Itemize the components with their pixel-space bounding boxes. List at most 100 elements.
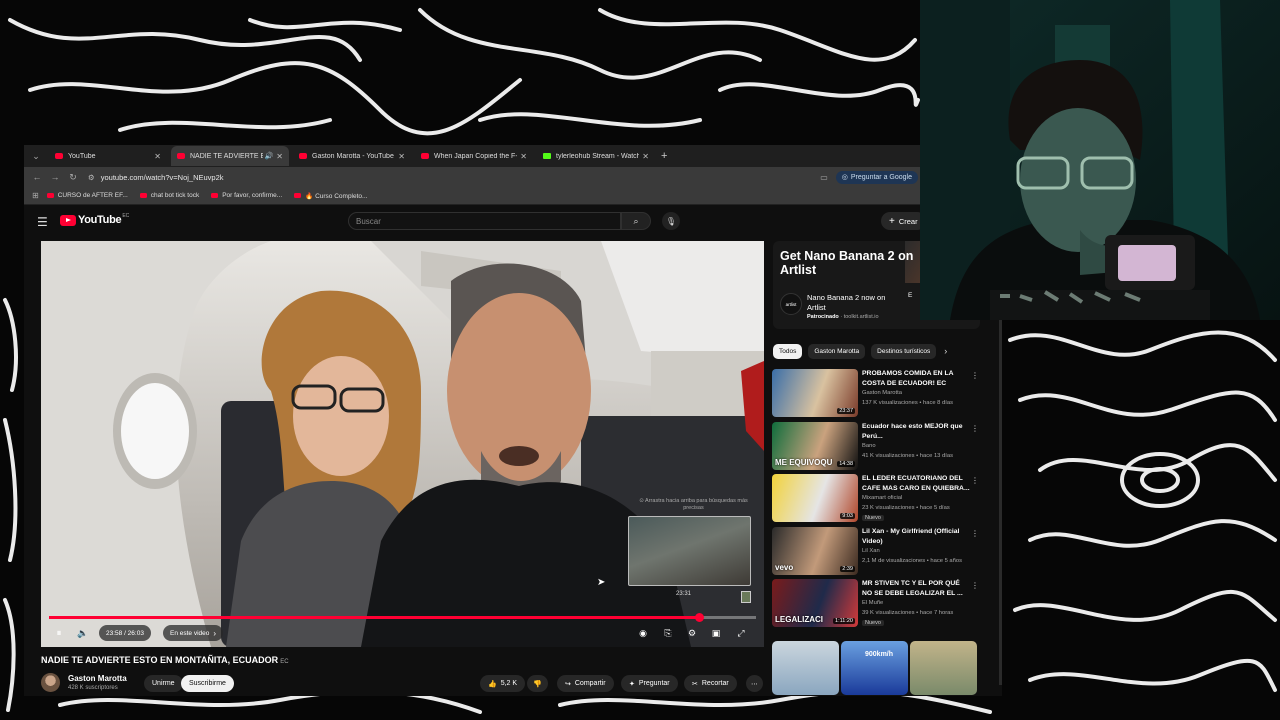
- video-thumbnail[interactable]: 9:03: [772, 474, 858, 522]
- plus-icon: +: [889, 215, 895, 227]
- new-badge: Nuevo: [862, 515, 884, 521]
- recommended-channel: Mixamart oficial: [862, 495, 903, 501]
- browser-window: ⌄ YouTube ✕ NADIE TE ADVIERTE ESTO E 🔊 ✕…: [24, 145, 1002, 696]
- recommended-meta: 137 K visualizaciones • hace 8 días: [862, 400, 953, 406]
- video-title: NADIE TE ADVIERTE ESTO EN MONTAÑITA, ECU…: [41, 655, 289, 665]
- recommended-video[interactable]: vevo 2:39 Lil Xan - My Girlfriend (Officia…: [772, 527, 982, 577]
- recommended-video[interactable]: 23:37 PROBAMOS COMIDA EN LA COSTA DE ECUA…: [772, 369, 982, 419]
- browser-tab-youtube[interactable]: YouTube ✕: [49, 146, 167, 166]
- more-options-icon[interactable]: ⋮: [971, 581, 979, 590]
- recommended-video[interactable]: 9:03 EL LEDER ECUATORIANO DEL CAFE MAS CA…: [772, 474, 982, 524]
- forward-arrow-icon[interactable]: →: [46, 172, 64, 182]
- chevron-right-icon[interactable]: ›: [944, 346, 947, 356]
- youtube-logo[interactable]: YouTube EC: [60, 213, 129, 226]
- search-input[interactable]: Buscar: [348, 212, 621, 230]
- video-player[interactable]: ⊙ Arrastra hacia arriba para búsquedas m…: [41, 241, 764, 647]
- video-thumbnail[interactable]: ME EQUIVOQU 14:38: [772, 422, 858, 470]
- browser-tab-kick[interactable]: tylerleohub Stream - Watch Li ✕: [537, 146, 655, 166]
- volume-icon[interactable]: 🔈: [75, 625, 91, 641]
- recommended-channel: Lil Xan: [862, 548, 880, 554]
- youtube-favicon-icon: [294, 193, 302, 198]
- channel-avatar[interactable]: [41, 673, 60, 692]
- tab-close-icon[interactable]: ✕: [398, 152, 405, 161]
- cast-icon[interactable]: ▭: [820, 173, 828, 182]
- shorts-label: 900km/h: [865, 651, 894, 658]
- tab-close-icon[interactable]: ✕: [642, 152, 649, 161]
- browser-tab-f16[interactable]: When Japan Copied the F-16 - ✕: [415, 146, 533, 166]
- chip-destinations[interactable]: Destinos turísticos: [871, 343, 937, 359]
- video-thumbnail[interactable]: 23:37: [772, 369, 858, 417]
- progress-bar[interactable]: [49, 613, 756, 622]
- youtube-favicon-icon: [177, 153, 185, 159]
- like-button[interactable]: 👍 5,2 K: [480, 675, 526, 692]
- fullscreen-icon[interactable]: ⤢: [733, 625, 749, 641]
- progress-scrubber-handle[interactable]: [694, 613, 704, 622]
- seek-preview-thumbnail: [628, 516, 751, 586]
- shorts-thumbnail[interactable]: [910, 641, 977, 695]
- filter-chips: Todos Gaston Marotta Destinos turísticos…: [773, 343, 1002, 359]
- subscribe-button[interactable]: Suscribirme: [181, 675, 234, 692]
- more-options-icon[interactable]: ⋮: [971, 371, 979, 380]
- ask-button[interactable]: ✦ Preguntar: [621, 675, 678, 692]
- time-display: 23:58 / 26:03: [99, 625, 151, 641]
- more-options-icon[interactable]: ⋮: [971, 424, 979, 433]
- recommended-video[interactable]: ME EQUIVOQU 14:38 Ecuador hace esto MEJOR …: [772, 422, 982, 472]
- chip-all[interactable]: Todos: [773, 343, 803, 359]
- browser-tab-video[interactable]: NADIE TE ADVIERTE ESTO E 🔊 ✕: [171, 146, 289, 166]
- tab-close-icon[interactable]: ✕: [276, 152, 283, 161]
- bookmark-label: chat bot tick tock: [150, 192, 200, 199]
- recommended-title: PROBAMOS COMIDA EN LA COSTA DE ECUADOR! …: [862, 370, 954, 387]
- share-button[interactable]: ↪ Compartir: [557, 675, 614, 692]
- reload-icon[interactable]: ↻: [64, 172, 82, 183]
- speaker-icon[interactable]: 🔊: [265, 152, 274, 160]
- address-bar: ← → ↻ ⚙ youtube.com/watch?v=Noj_NEuvp2k …: [24, 167, 1002, 187]
- recommended-video[interactable]: LEGALIZACI 1:11:20 MR STIVEN TC Y EL POR Q…: [772, 579, 982, 629]
- page-scrollbar[interactable]: [999, 315, 1002, 685]
- apps-grid-icon[interactable]: ⊞: [32, 191, 39, 200]
- ad-cta-button[interactable]: E: [908, 292, 912, 299]
- subtitles-icon[interactable]: ⎘: [660, 625, 676, 641]
- autoplay-toggle-icon[interactable]: ◉: [635, 625, 651, 641]
- youtube-favicon-icon: [55, 153, 63, 159]
- menu-hamburger-icon[interactable]: ☰: [37, 215, 48, 229]
- scissors-icon: ✂: [692, 680, 698, 688]
- recommended-meta: 41 K visualizaciones • hace 13 días: [862, 453, 953, 459]
- chip-channel[interactable]: Gaston Marotta: [808, 343, 866, 359]
- recommended-title: MR STIVEN TC Y EL POR QUÉ NO SE DEBE LEG…: [862, 580, 963, 597]
- shorts-thumbnail[interactable]: 900km/h: [841, 641, 908, 695]
- more-actions-icon[interactable]: ⋯: [746, 675, 763, 692]
- tab-close-icon[interactable]: ✕: [154, 152, 161, 161]
- bookmark-item[interactable]: Por favor, confirme...: [211, 192, 282, 199]
- youtube-play-icon: [60, 214, 76, 226]
- tab-search-icon[interactable]: ⌄: [27, 148, 45, 164]
- bookmark-item[interactable]: chat bot tick tock: [139, 192, 200, 199]
- ask-google-button[interactable]: ◎ Preguntar a Google: [835, 170, 918, 184]
- clip-button[interactable]: ✂ Recortar: [684, 675, 737, 692]
- back-arrow-icon[interactable]: ←: [28, 172, 46, 182]
- join-button[interactable]: Unirme: [144, 675, 183, 692]
- browser-tab-channel[interactable]: Gaston Marotta - YouTube ✕: [293, 146, 411, 166]
- microphone-icon[interactable]: 🎙: [662, 212, 680, 230]
- bookmark-item[interactable]: 🔥 Curso Completo...: [294, 192, 367, 200]
- chapter-button[interactable]: En este video ›: [163, 625, 224, 641]
- bookmark-item[interactable]: CURSO de AFTER EF...: [46, 192, 128, 199]
- video-thumbnail[interactable]: vevo 2:39: [772, 527, 858, 575]
- miniplayer-icon[interactable]: ▣: [708, 625, 724, 641]
- tab-title: YouTube: [68, 152, 96, 160]
- search-icon[interactable]: ⌕: [621, 212, 651, 230]
- dislike-button[interactable]: 👎: [527, 675, 548, 692]
- pause-icon[interactable]: ⏸: [51, 625, 67, 641]
- url-field[interactable]: ⚙ youtube.com/watch?v=Noj_NEuvp2k: [88, 173, 820, 182]
- tab-close-icon[interactable]: ✕: [520, 152, 527, 161]
- shorts-thumbnail[interactable]: [772, 641, 839, 695]
- youtube-header: ☰ YouTube EC Buscar ⌕ 🎙 + Crear: [24, 205, 1002, 237]
- more-options-icon[interactable]: ⋮: [971, 476, 979, 485]
- subscriber-count: 428 K suscriptores: [68, 685, 118, 691]
- settings-gear-icon[interactable]: ⚙: [684, 625, 700, 641]
- channel-name[interactable]: Gaston Marotta: [68, 674, 127, 683]
- site-info-icon[interactable]: ⚙: [88, 173, 95, 182]
- new-tab-plus-icon[interactable]: +: [661, 150, 667, 162]
- create-button[interactable]: + Crear: [881, 212, 926, 230]
- more-options-icon[interactable]: ⋮: [971, 529, 979, 538]
- video-thumbnail[interactable]: LEGALIZACI 1:11:20: [772, 579, 858, 627]
